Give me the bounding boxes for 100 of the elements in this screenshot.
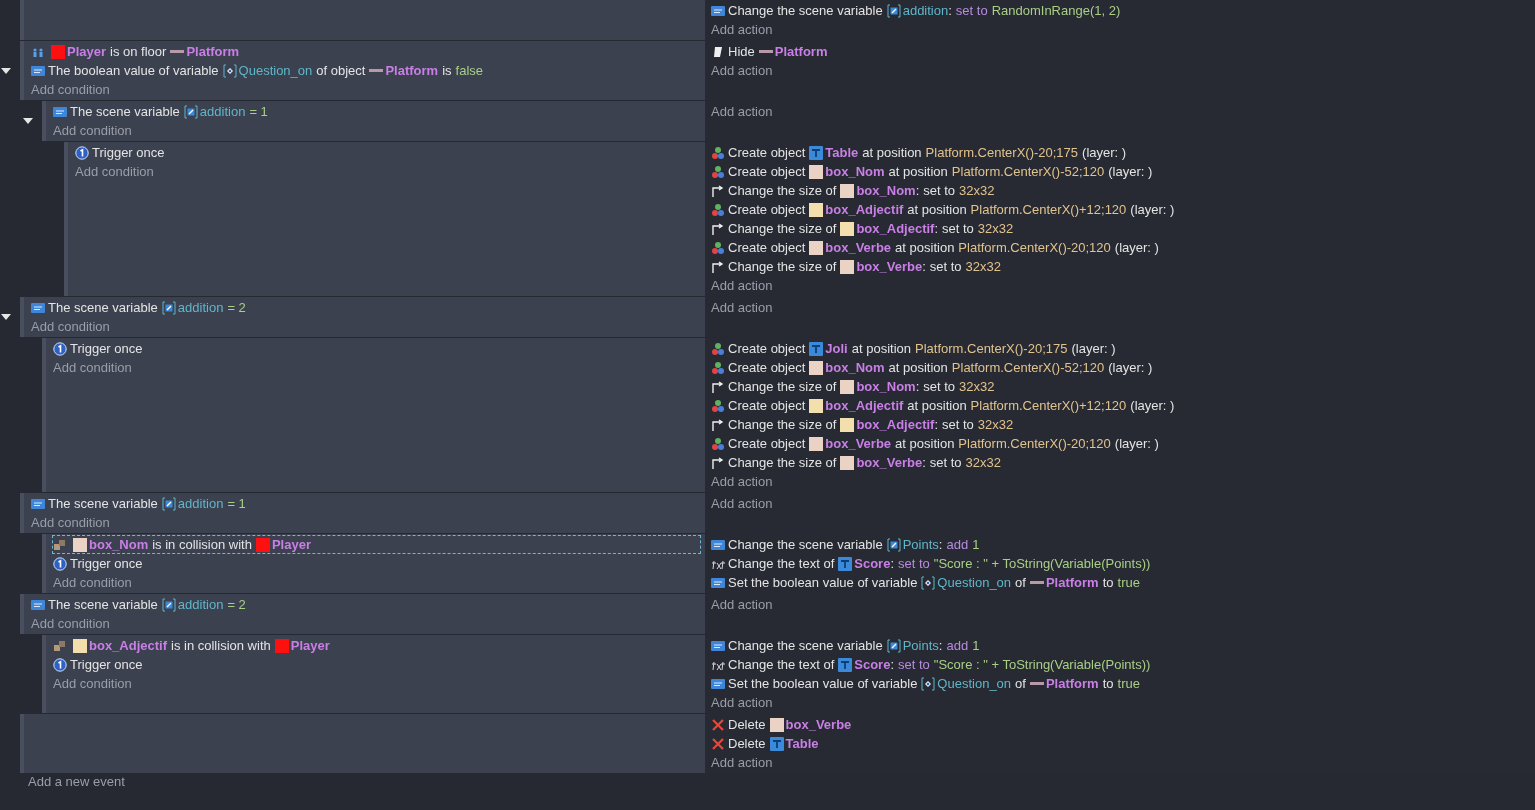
resize-icon [711,379,725,394]
condition-row[interactable]: Trigger once [52,554,148,573]
operation-text: add [946,638,969,653]
add-action-link[interactable]: Add action [710,595,773,614]
event-text: (layer: ) [1114,240,1159,255]
expression-text: 32x32 [959,183,995,198]
text-object-icon [769,736,784,751]
add-action-link[interactable]: Add action [710,753,773,772]
object-name: Table [825,145,859,160]
add-condition-link[interactable]: Add condition [30,513,110,532]
condition-row[interactable]: The scene variable addition = 1 [52,102,273,121]
value-text: = 1 [227,496,246,511]
value-text: "Score : " + ToString(Variable(Points)) [933,556,1151,571]
event-text: Create object [728,202,806,217]
condition-row[interactable]: Player is on floor Platform [30,42,245,61]
value-text: "Score : " + ToString(Variable(Points)) [933,657,1151,672]
value-text: 1 [972,638,980,653]
event-text: at position [907,398,967,413]
variable-icon [31,496,45,511]
colon-text: : [922,455,926,470]
event-text: set to [923,183,956,198]
value-text: = 2 [227,300,246,315]
colon-text: : [938,638,943,653]
event-text: Change the size of [728,183,837,198]
scene-variable-icon [161,300,176,315]
condition-row[interactable]: Trigger once [74,143,170,162]
condition-row[interactable]: box_Nom is in collision with Player [52,535,701,554]
resize-icon [711,417,725,432]
add-condition-link[interactable]: Add condition [52,121,132,140]
object-name: box_Verbe [785,717,852,732]
variable-icon [31,300,45,315]
resize-icon [711,183,725,198]
expression-text: Platform.CenterX()+12;120 [970,202,1127,217]
platform-icon [369,69,384,72]
event-text: The boolean value of variable [48,63,219,78]
platform-icon [170,50,185,53]
event-text: Trigger once [70,341,143,356]
variable-name: addition [177,300,224,315]
resize-icon [711,455,725,470]
add-action-link[interactable]: Add action [710,61,773,80]
object-name: box_Nom [825,360,885,375]
event-text: Create object [728,398,806,413]
event-text: set to [923,379,956,394]
add-event-link[interactable]: Add a new event [0,774,1535,790]
scene-variable-icon [161,597,176,612]
spheres-icon [711,202,725,217]
event-text: The scene variable [48,496,158,511]
expression-text: Platform.CenterX()-20;175 [925,145,1079,160]
event-text: (layer: ) [1071,341,1116,356]
spheres-icon [711,145,725,160]
event-text: (layer: ) [1130,398,1175,413]
condition-row[interactable]: The scene variable addition = 2 [30,595,251,614]
event-text: is on floor [110,44,167,59]
object-name: box_Nom [825,164,885,179]
event-text: Change the text of [728,657,835,672]
event-text: of [1015,575,1026,590]
add-action-link[interactable]: Add action [710,494,773,513]
scene-variable-icon [886,638,901,653]
add-action-link[interactable]: Add action [710,20,773,39]
variable-name: addition [177,597,224,612]
object-name: Table [785,736,819,751]
platform-icon [1029,581,1044,584]
collision-icon [53,537,67,552]
spheres-icon [711,360,725,375]
add-action-link[interactable]: Add action [710,298,773,317]
text-object-icon [838,556,853,571]
condition-row[interactable]: The boolean value of variable Question_on of object Platform is false [30,61,489,80]
event-text: Set the boolean value of variable [728,676,918,691]
text-object-icon [809,145,824,160]
colon-text: : [915,379,920,394]
condition-row[interactable]: Trigger once [52,655,148,674]
add-condition-link[interactable]: Add condition [30,317,110,336]
add-condition-link[interactable]: Add condition [52,674,132,693]
event-text: The scene variable [48,597,158,612]
add-condition-link[interactable]: Add condition [52,573,132,592]
add-condition-link[interactable]: Add condition [30,80,110,99]
event-text: of object [316,63,366,78]
event-text: at position [862,145,922,160]
variable-icon [711,3,725,18]
add-action-link[interactable]: Add action [710,276,773,295]
condition-row[interactable]: The scene variable addition = 1 [30,494,251,513]
condition-row[interactable]: The scene variable addition = 2 [30,298,251,317]
condition-row[interactable]: Trigger once [52,339,148,358]
variable-name: Points [902,537,939,552]
expression-text: Platform.CenterX()-52;120 [951,164,1105,179]
event-text: of [1015,676,1026,691]
condition-row[interactable]: box_Adjectif is in collision with Player [52,636,335,655]
add-action-link[interactable]: Add action [710,472,773,491]
object-name: Player [67,44,107,59]
collision-icon [53,638,67,653]
colon-text: : [938,537,943,552]
object-name: box_Nom [856,379,916,394]
add-condition-link[interactable]: Add condition [30,614,110,633]
event-text: Change the size of [728,221,837,236]
add-action-link[interactable]: Add action [710,693,773,712]
object-name: Platform [186,44,240,59]
add-condition-link[interactable]: Add condition [74,162,154,181]
add-condition-link[interactable]: Add condition [52,358,132,377]
platform-icon [1029,682,1044,685]
add-action-link[interactable]: Add action [710,102,773,121]
